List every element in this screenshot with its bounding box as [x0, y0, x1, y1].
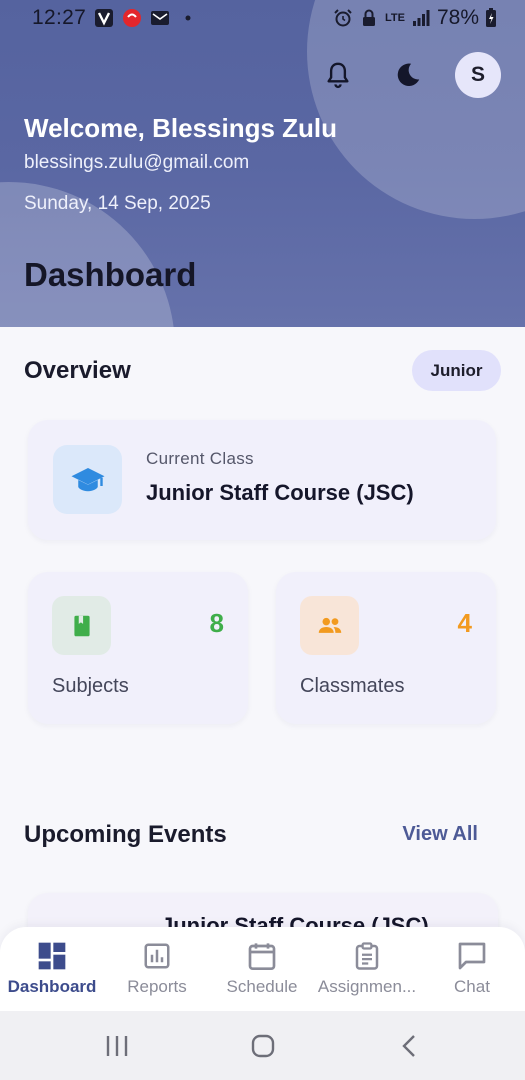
system-navigation-bar — [0, 1011, 525, 1080]
bottom-navigation: Dashboard Reports Schedule Assignmen... … — [0, 927, 525, 1011]
battery-percent: 78% — [436, 6, 479, 29]
graduation-cap-icon — [53, 445, 122, 514]
network-type: LTE — [385, 12, 405, 24]
classmates-count: 4 — [457, 608, 472, 638]
user-email: blessings.zulu@gmail.com — [24, 152, 250, 173]
current-date: Sunday, 14 Sep, 2025 — [24, 193, 211, 214]
lock-icon — [359, 8, 379, 28]
level-badge: Junior — [412, 350, 501, 391]
home-button[interactable] — [248, 1031, 278, 1061]
bell-icon — [327, 62, 349, 89]
header: 12:27 LTE 78% S Welcome, Blessings Zulu … — [0, 0, 525, 327]
v-app-icon — [94, 8, 114, 28]
notifications-button[interactable] — [315, 52, 361, 98]
book-icon — [52, 596, 111, 655]
dot-icon — [178, 8, 198, 28]
dark-mode-toggle[interactable] — [385, 52, 431, 98]
recent-apps-button[interactable] — [102, 1031, 132, 1061]
back-button[interactable] — [395, 1031, 425, 1061]
chat-icon — [455, 939, 489, 973]
current-class-card[interactable]: Current Class Junior Staff Course (JSC) — [28, 420, 496, 540]
classmates-label: Classmates — [300, 675, 405, 697]
battery-icon — [485, 8, 497, 28]
home-icon — [251, 1034, 275, 1058]
moon-icon — [397, 63, 420, 87]
current-class-value: Junior Staff Course (JSC) — [146, 480, 414, 505]
nav-reports[interactable]: Reports — [116, 927, 198, 1011]
page-title: Dashboard — [24, 256, 197, 293]
people-icon — [300, 596, 359, 655]
alarm-icon — [333, 8, 353, 28]
subjects-card[interactable]: 8 Subjects — [28, 572, 248, 724]
classmates-card[interactable]: 4 Classmates — [276, 572, 496, 724]
status-time: 12:27 — [32, 6, 87, 29]
nav-dashboard[interactable]: Dashboard — [8, 927, 96, 1011]
clipboard-icon — [350, 939, 384, 973]
subjects-label: Subjects — [52, 675, 129, 697]
current-class-label: Current Class — [146, 449, 254, 468]
nav-label-dashboard: Dashboard — [7, 977, 97, 996]
signal-icon — [411, 8, 431, 28]
nav-label-chat: Chat — [454, 977, 490, 996]
calendar-icon — [245, 939, 279, 973]
reports-icon — [140, 939, 174, 973]
dashboard-icon — [35, 939, 69, 973]
avatar[interactable]: S — [455, 52, 501, 98]
nav-chat[interactable]: Chat — [436, 927, 508, 1011]
nav-label-schedule: Schedule — [226, 977, 298, 996]
nav-label-reports: Reports — [127, 977, 187, 996]
status-bar: 12:27 LTE 78% — [0, 0, 525, 36]
nav-schedule[interactable]: Schedule — [220, 927, 304, 1011]
overview-title: Overview — [24, 357, 131, 384]
airtel-app-icon — [122, 8, 142, 28]
recent-apps-icon — [106, 1036, 128, 1056]
nav-assignments[interactable]: Assignmen... — [312, 927, 422, 1011]
mail-icon — [150, 8, 170, 28]
welcome-text: Welcome, Blessings Zulu — [24, 113, 338, 143]
view-all-link[interactable]: View All — [402, 823, 478, 846]
nav-label-assignments: Assignmen... — [317, 977, 417, 996]
upcoming-events-title: Upcoming Events — [24, 821, 227, 848]
subjects-count: 8 — [209, 608, 224, 638]
back-icon — [402, 1035, 415, 1057]
